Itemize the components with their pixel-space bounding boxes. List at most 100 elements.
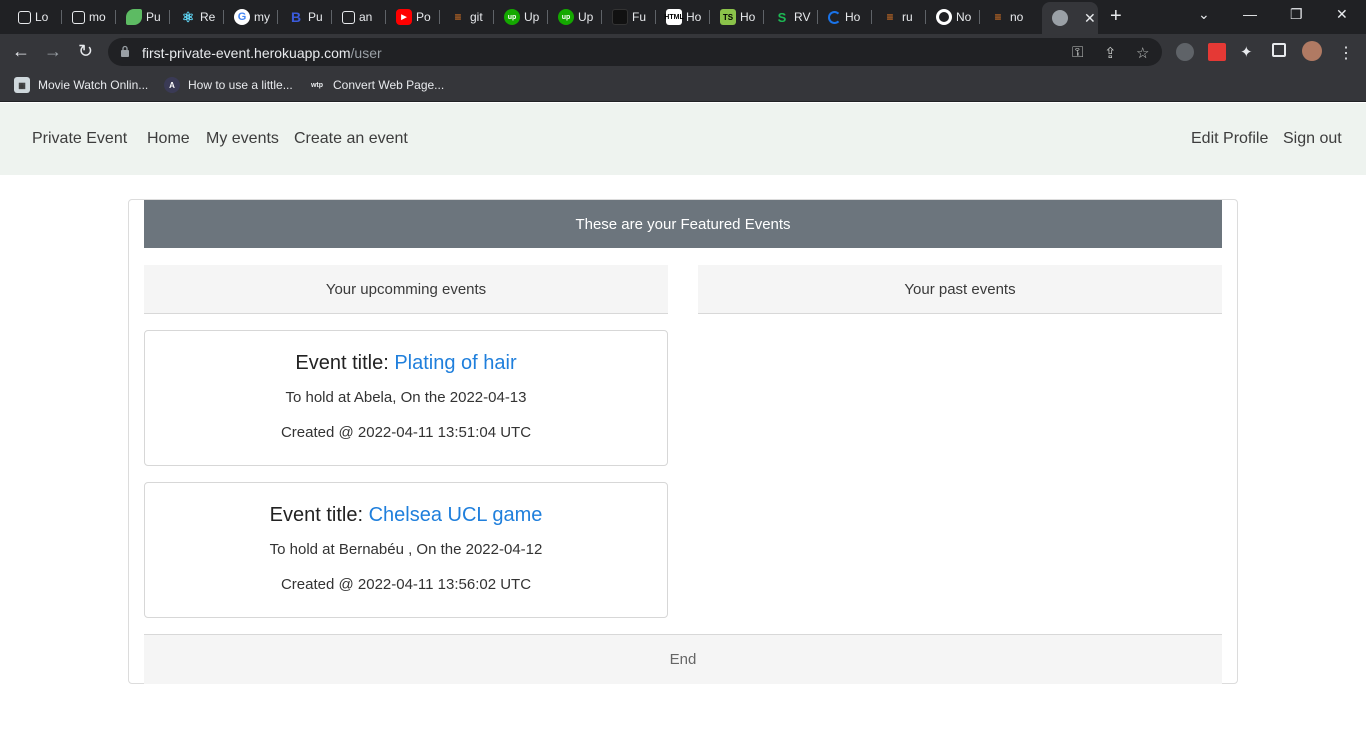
new-tab-button[interactable]: + [1110,6,1122,26]
key-icon[interactable]: ⚿ [1072,44,1083,61]
close-window-icon[interactable]: ✕ [1336,6,1348,23]
puzzle-extensions-icon[interactable]: ✦ [1240,43,1258,61]
event-card: Event title: Plating of hair To hold at … [144,330,668,466]
browser-tab[interactable]: up Up [494,4,548,30]
forward-arrow-icon[interactable]: → [44,41,62,61]
tab-label: git [470,10,483,24]
share-icon[interactable]: ⇪ [1104,44,1117,62]
bookmark-star-icon[interactable]: ☆ [1136,44,1149,62]
browser-tab[interactable]: ≡ git [440,4,494,30]
browser-tab[interactable]: B Pu [278,4,332,30]
side-panel-icon[interactable] [1272,43,1286,57]
tab-label: Pu [308,10,323,24]
profile-avatar[interactable] [1302,41,1322,61]
past-events-header: Your past events [698,265,1222,314]
reload-icon[interactable]: ↻ [78,41,93,61]
nav-link-create-event[interactable]: Create an event [294,130,408,148]
event-card: Event title: Chelsea UCL game To hold at… [144,482,668,618]
browser-tab[interactable]: mo [62,4,116,30]
bookmark-item[interactable]: A How to use a little... [164,77,293,93]
notion-icon [342,10,355,24]
browser-tab[interactable]: Lo [8,4,62,30]
tab-strip: Lo mo Pu ⚛ Re G my B Pu an ▶ Po ≡ git up… [0,0,1366,34]
nav-link-my-events[interactable]: My events [206,130,279,148]
browser-tab[interactable]: G my [224,4,278,30]
browser-tab[interactable]: No [926,4,980,30]
tab-label: Lo [35,10,49,24]
browser-tab[interactable]: TS Ho [710,4,764,30]
html-icon: HTML [664,9,684,25]
restore-window-icon[interactable]: ❐ [1290,6,1303,23]
event-location: To hold at Bernabéu , On the 2022-04-12 [269,541,543,558]
event-name-link[interactable]: Plating of hair [394,352,516,374]
tab-label: Ho [686,10,702,24]
browser-tab[interactable]: up Up [548,4,602,30]
tab-label: Up [578,10,594,24]
card-footer: End [144,634,1222,684]
event-title: Event title: Plating of hair [145,352,667,375]
browser-tab[interactable]: an [332,4,386,30]
google-icon: G [234,9,250,25]
upwork-icon: up [504,9,520,25]
bookmark-label: Convert Web Page... [333,78,445,92]
leaf-icon [126,9,142,25]
tab-search-icon[interactable]: ⌄ [1198,6,1210,23]
browser-tab[interactable]: ≡ no [980,4,1042,30]
tab-label: Ho [740,10,756,24]
event-title-label: Event title: [295,352,395,374]
back-arrow-icon[interactable]: ← [12,41,30,61]
url-host: first-private-event.herokuapp.com [142,45,351,61]
more-menu-icon[interactable]: ⋮ [1338,43,1356,62]
browser-tab[interactable]: Ho [818,4,872,30]
url-path: /user [350,45,382,61]
bold-b-icon: B [290,9,302,25]
browser-tab[interactable]: Pu [116,4,170,30]
featured-events-header: These are your Featured Events [144,200,1222,248]
browser-tab[interactable]: Fu [602,4,656,30]
event-name-link[interactable]: Chelsea UCL game [369,504,543,526]
nav-link-sign-out[interactable]: Sign out [1283,130,1342,148]
tab-label: Up [524,10,540,24]
nav-link-home[interactable]: Home [147,130,190,148]
bookmark-item[interactable]: ▦ Movie Watch Onlin... [14,77,148,93]
tab-label: Po [416,10,431,24]
notion-icon [72,10,85,24]
bookmarks-bar: ▦ Movie Watch Onlin... A How to use a li… [0,70,1366,102]
event-created: Created @ 2022-04-11 13:56:02 UTC [280,576,532,593]
wtp-icon: wtp [310,81,324,89]
globe-icon [1052,10,1068,26]
tab-label: an [359,10,373,24]
address-bar[interactable]: first-private-event.herokuapp.com/user ⚿… [108,38,1162,66]
event-title: Event title: Chelsea UCL game [145,504,667,527]
movie-icon: ▦ [14,77,30,93]
tab-label: no [1010,10,1024,24]
react-icon: ⚛ [181,8,195,25]
upcoming-events-header: Your upcomming events [144,265,668,314]
notion-icon [18,10,31,24]
browser-tab[interactable]: HTML Ho [656,4,710,30]
github-icon [936,9,952,25]
active-browser-tab[interactable]: ✕ [1042,2,1098,34]
scribd-icon: S [777,9,787,25]
browser-tab[interactable]: ≡ ru [872,4,926,30]
tab-label: ru [902,10,913,24]
laravel-icon: A [164,77,180,93]
browser-tab[interactable]: ⚛ Re [170,4,224,30]
stackoverflow-icon: ≡ [454,10,462,24]
tab-label: Re [200,10,216,24]
web-page: Private Event Home My events Create an e… [0,103,1366,736]
event-created: Created @ 2022-04-11 13:51:04 UTC [280,424,532,441]
tab-label: Fu [632,10,647,24]
extension-icon[interactable] [1176,43,1194,61]
mendeley-extension-icon[interactable] [1208,43,1226,61]
site-navbar: Private Event Home My events Create an e… [0,103,1366,175]
minimize-window-icon[interactable]: — [1243,6,1257,22]
loader-icon [828,10,841,24]
browser-tab[interactable]: S RV [764,4,818,30]
tab-label: No [956,10,972,24]
nav-link-edit-profile[interactable]: Edit Profile [1191,130,1268,148]
browser-tab[interactable]: ▶ Po [386,4,440,30]
close-tab-icon[interactable]: ✕ [1084,10,1096,27]
brand-link[interactable]: Private Event [32,130,127,148]
bookmark-item[interactable]: wtp Convert Web Page... [309,77,444,93]
